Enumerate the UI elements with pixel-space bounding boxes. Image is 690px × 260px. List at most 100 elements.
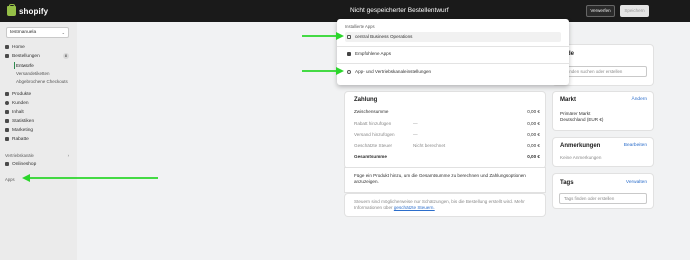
sidebar-item-customers[interactable]: Kunden (5, 99, 71, 107)
sidebar-item-label: Abgebrochene Checkouts (16, 78, 68, 84)
discard-button[interactable]: Verwerfen (586, 5, 615, 17)
total-value: 0,00 € (527, 154, 540, 159)
sidebar-item-marketing[interactable]: Marketing (5, 126, 71, 134)
discount-value: 0,00 € (527, 121, 540, 126)
app-item-central-business-operations[interactable]: central Business Operations (345, 32, 561, 42)
sidebar: testmanuela ⌄ Home Bestellungen 8 Entwürf… (0, 22, 77, 260)
store-name: testmanuela (10, 30, 37, 35)
sidebar-item-home[interactable]: Home (5, 43, 71, 51)
chevron-down-icon: ⌄ (61, 30, 65, 35)
tax-value: 0,00 € (527, 143, 540, 148)
tags-input[interactable]: Tags finden oder erstellen (559, 193, 647, 204)
annotation-arrow-icon (22, 174, 158, 182)
sidebar-item-abandoned-checkouts[interactable]: Abgebrochene Checkouts (16, 77, 82, 85)
market-card: Markt Ändern Primärer Markt Deutschland … (553, 92, 653, 130)
sidebar-item-orders[interactable]: Bestellungen 8 (5, 52, 71, 60)
sidebar-item-label: Bestellungen (12, 53, 40, 59)
add-discount-link[interactable]: Rabatt hinzufügen (354, 121, 391, 126)
payment-card: Zahlung Zwischensumme 0,00 € Rabatt hinz… (345, 92, 545, 168)
payment-info-section: Füge ein Produkt hinzu, um die Gesamtsum… (345, 168, 545, 192)
payment-info-text: Füge ein Produkt hinzu, um die Gesamtsum… (354, 173, 526, 184)
sidebar-item-label: Home (12, 44, 25, 50)
sales-channels-header[interactable]: Vertriebskanäle › (5, 153, 71, 158)
app-settings-item[interactable]: App- und Vertriebskanaleinstellungen (345, 67, 561, 77)
annotation-arrow-icon (302, 32, 344, 40)
sidebar-item-discounts[interactable]: Rabatte (5, 135, 71, 143)
discount-dash: — (413, 121, 418, 126)
store-icon (5, 162, 9, 166)
sales-channels-label: Vertriebskanäle (5, 153, 34, 158)
sidebar-item-label: Kunden (12, 100, 29, 106)
marketing-icon (5, 128, 9, 132)
tax-note-text: Steuern sind möglicherweise nur Schätzun… (354, 199, 525, 210)
tax-status: Nicht berechnet (413, 143, 446, 148)
logo-text: shopify (19, 6, 49, 16)
home-icon (5, 45, 9, 49)
edit-notes-link[interactable]: Bearbeiten (624, 143, 647, 148)
sidebar-item-label: Inhalt (12, 109, 24, 115)
estimated-tax-label[interactable]: Geschätzte Steuer (354, 143, 392, 148)
app-settings-label: App- und Vertriebskanaleinstellungen (355, 69, 432, 74)
sidebar-item-label: Marketing (12, 127, 34, 133)
app-item-label: central Business Operations (355, 34, 413, 39)
sidebar-item-analytics[interactable]: Statistiken (5, 117, 71, 125)
person-icon (5, 101, 9, 105)
shopify-bag-icon (7, 4, 16, 16)
subtotal-label: Zwischensumme (354, 109, 389, 114)
sidebar-item-label: Statistiken (12, 118, 35, 124)
apps-label: Apps (5, 177, 15, 182)
save-button[interactable]: Speichern (620, 5, 649, 17)
tag-icon (5, 92, 9, 96)
manage-tags-link[interactable]: Verwalten (626, 180, 647, 185)
customer-search-input[interactable]: Kunden suchen oder erstellen (559, 66, 647, 77)
sidebar-item-shipping-labels[interactable]: Versandetiketten (16, 69, 82, 77)
estimated-taxes-link[interactable]: geschätzte Steuern. (394, 205, 435, 210)
tax-note: Steuern sind möglicherweise nur Schätzun… (354, 199, 540, 211)
divider (337, 46, 569, 47)
recommended-apps-label: Empfohlene Apps (355, 51, 392, 56)
chevron-right-icon: › (67, 153, 69, 158)
sidebar-item-label: Produkte (12, 91, 32, 97)
total-label: Gesamtsumme (354, 154, 387, 159)
orders-icon (5, 54, 9, 58)
sidebar-item-products[interactable]: Produkte (5, 90, 71, 98)
active-indicator (14, 62, 15, 69)
tags-title: Tags (560, 180, 574, 186)
recommended-apps-item[interactable]: Empfohlene Apps (345, 49, 561, 59)
notes-empty: Keine Anmerkungen (560, 155, 602, 160)
notes-title: Anmerkungen (560, 143, 601, 149)
annotation-arrow-icon (302, 67, 344, 75)
page-title: Nicht gespeicherter Bestellentwurf (350, 7, 449, 14)
shipping-value: 0,00 € (527, 132, 540, 137)
market-title: Markt (560, 97, 577, 103)
divider (337, 63, 569, 64)
sidebar-item-drafts[interactable]: Entwürfe (16, 61, 82, 69)
tags-card: Tags Verwalten Tags finden oder erstelle… (553, 174, 653, 208)
orders-count-badge: 8 (62, 53, 69, 59)
sidebar-item-label: Onlineshop (12, 161, 37, 167)
payment-title: Zahlung (354, 97, 378, 103)
shipping-dash: — (413, 132, 418, 137)
add-shipping-link[interactable]: Versand hinzufügen (354, 132, 395, 137)
app-icon (347, 35, 351, 39)
gear-icon (347, 70, 351, 74)
store-selector[interactable]: testmanuela ⌄ (6, 27, 69, 38)
apps-grid-icon (347, 52, 351, 56)
apps-dropdown: Installierte Apps central Business Opera… (337, 19, 569, 85)
sidebar-item-online-store[interactable]: Onlineshop (5, 160, 71, 168)
change-market-link[interactable]: Ändern (632, 97, 647, 102)
installed-apps-heading: Installierte Apps (345, 24, 375, 29)
sidebar-item-label: Rabatte (12, 136, 29, 142)
notes-card: Anmerkungen Bearbeiten Keine Anmerkungen (553, 138, 653, 166)
sidebar-item-label: Entwürfe (16, 62, 34, 68)
sidebar-item-content[interactable]: Inhalt (5, 108, 71, 116)
analytics-icon (5, 119, 9, 123)
discount-icon (5, 137, 9, 141)
market-country: Deutschland (EUR €) (560, 117, 604, 122)
primary-market-label: Primärer Markt (560, 111, 591, 116)
tax-note-card: Steuern sind möglicherweise nur Schätzun… (345, 194, 545, 216)
content-icon (5, 110, 9, 114)
shopify-logo[interactable]: shopify (7, 4, 49, 16)
sidebar-item-label: Versandetiketten (16, 70, 50, 76)
subtotal-value: 0,00 € (527, 109, 540, 114)
